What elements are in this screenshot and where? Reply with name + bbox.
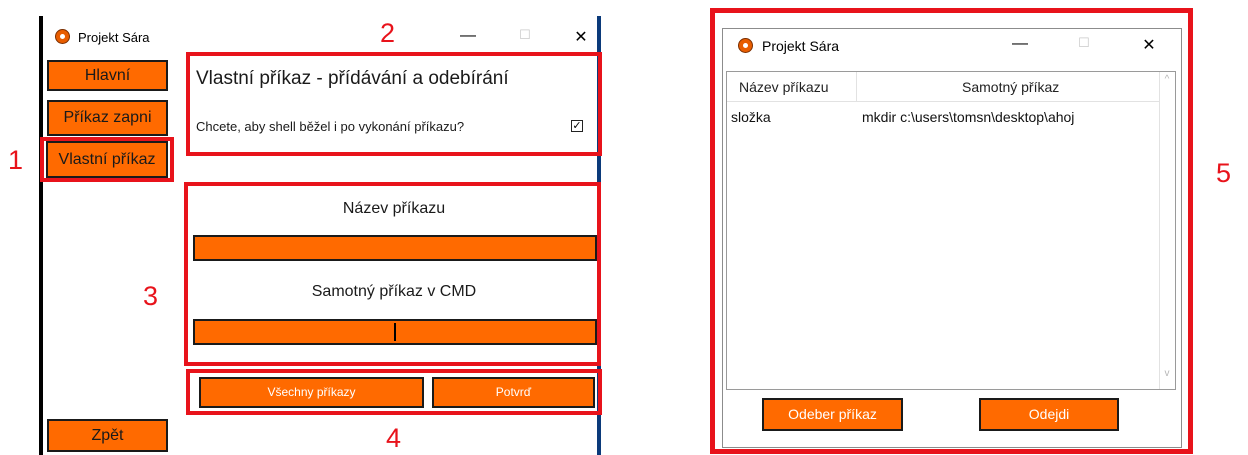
nav-custom-command-button[interactable]: Vlastní příkaz — [46, 141, 168, 178]
annotation-label-2: 2 — [380, 18, 396, 48]
app-logo-icon — [55, 29, 70, 44]
remove-command-button[interactable]: Odeber příkaz — [762, 398, 903, 431]
confirm-button[interactable]: Potvrď — [432, 377, 595, 408]
row-name-cell: složka — [731, 109, 771, 125]
minimize-icon[interactable]: — — [458, 27, 478, 45]
nav-command-on-button[interactable]: Příkaz zapni — [47, 100, 168, 136]
close-icon-right[interactable]: ✕ — [1139, 35, 1159, 55]
maximize-icon[interactable]: ☐ — [515, 27, 535, 43]
back-button[interactable]: Zpět — [47, 419, 168, 452]
column-header-name-label: Název příkazu — [739, 79, 829, 95]
command-name-label: Název příkazu — [342, 200, 446, 217]
annotation-label-3: 3 — [143, 281, 159, 311]
annotation-label-1: 1 — [8, 145, 24, 175]
scroll-down-arrow-icon[interactable]: v — [1160, 368, 1174, 379]
all-commands-button[interactable]: Všechny příkazy — [199, 377, 424, 408]
command-name-input[interactable] — [193, 235, 597, 261]
row-command-cell: mkdir c:\users\tomsn\desktop\ahoj — [862, 109, 1075, 125]
vertical-scrollbar[interactable] — [1159, 72, 1175, 389]
annotation-label-4: 4 — [386, 423, 402, 453]
annotation-label-5: 5 — [1216, 158, 1232, 188]
cmd-label: Samotný příkaz v CMD — [311, 283, 477, 300]
minimize-icon-right[interactable]: — — [1010, 35, 1030, 53]
close-icon[interactable]: ✕ — [571, 27, 591, 47]
maximize-icon-right[interactable]: ☐ — [1074, 35, 1094, 51]
text-caret — [394, 323, 396, 341]
scroll-up-arrow-icon[interactable]: ^ — [1160, 74, 1174, 85]
shell-question-label: Chcete, aby shell běžel i po vykonání př… — [196, 119, 465, 134]
app-logo-icon-right — [738, 38, 753, 53]
nav-main-button[interactable]: Hlavní — [47, 60, 168, 91]
exit-button[interactable]: Odejdi — [979, 398, 1119, 431]
column-header-command-label: Samotný příkaz — [962, 79, 1060, 95]
keep-shell-checkbox[interactable]: ✓ — [571, 120, 583, 132]
page-heading: Vlastní příkaz - přídávání a odebírání — [196, 68, 509, 89]
window-title: Projekt Sára — [78, 30, 150, 45]
window-title-right: Projekt Sára — [762, 38, 840, 54]
